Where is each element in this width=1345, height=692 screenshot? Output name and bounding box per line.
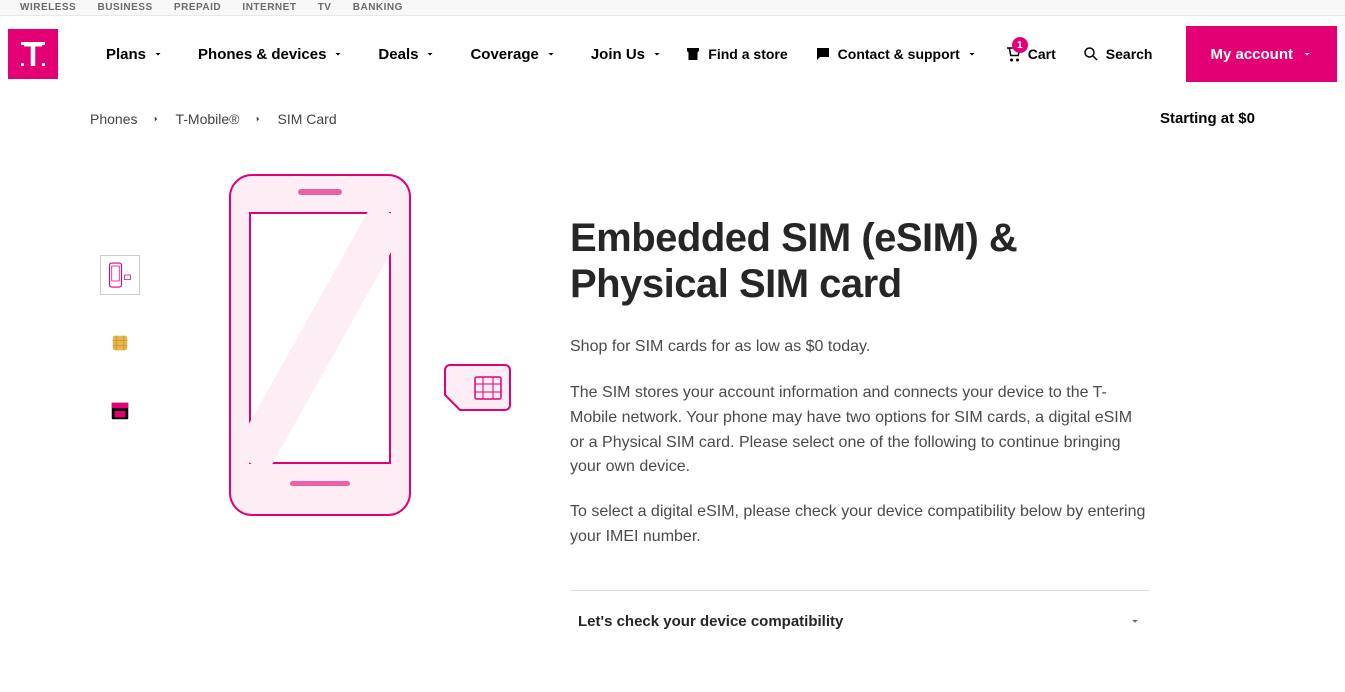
product-title: Embedded SIM (eSIM) & Physical SIM card: [570, 215, 1150, 307]
product-main-image: [170, 165, 530, 525]
thumbnail-sim-package[interactable]: [100, 391, 140, 431]
contact-support-link[interactable]: Contact & support: [814, 45, 978, 63]
top-bar-link[interactable]: BUSINESS: [98, 2, 153, 13]
main-nav: Plans Phones & devices Deals Coverage Jo…: [0, 16, 1345, 92]
product-gallery: [90, 165, 530, 652]
sub-header: Phones T-Mobile® SIM Card Starting at $0: [0, 92, 1345, 145]
accordion-title: Let's check your device compatibility: [578, 613, 843, 630]
product-description-2: To select a digital eSIM, please check y…: [570, 500, 1150, 550]
chat-icon: [814, 45, 832, 63]
store-icon: [684, 45, 702, 63]
top-bar-link[interactable]: TV: [318, 2, 332, 13]
search-link[interactable]: Search: [1082, 45, 1153, 63]
nav-phones-devices[interactable]: Phones & devices: [198, 46, 344, 63]
product-section: Embedded SIM (eSIM) & Physical SIM card …: [0, 145, 1345, 692]
breadcrumb-phones[interactable]: Phones: [90, 111, 137, 127]
chevron-down-icon: [424, 48, 436, 60]
chevron-right-icon: [253, 114, 263, 124]
find-store-link[interactable]: Find a store: [684, 45, 787, 63]
top-bar-link[interactable]: WIRELESS: [20, 2, 76, 13]
chevron-right-icon: [151, 114, 161, 124]
product-description-1: The SIM stores your account information …: [570, 381, 1150, 480]
starting-at-price: Starting at $0: [1160, 110, 1255, 127]
product-details: Embedded SIM (eSIM) & Physical SIM card …: [570, 165, 1150, 652]
cart-link[interactable]: 1 Cart: [1004, 45, 1056, 63]
top-bar-link[interactable]: PREPAID: [174, 2, 221, 13]
my-account-button[interactable]: My account: [1186, 26, 1337, 82]
breadcrumb-sim-card: SIM Card: [277, 111, 336, 127]
nav-left: Plans Phones & devices Deals Coverage Jo…: [106, 46, 663, 63]
chevron-down-icon: [332, 48, 344, 60]
thumbnail-list: [90, 165, 150, 652]
nav-coverage[interactable]: Coverage: [470, 46, 556, 63]
chevron-down-icon: [1301, 48, 1313, 60]
chevron-down-icon: [152, 48, 164, 60]
top-bar-link[interactable]: BANKING: [353, 2, 403, 13]
top-bar: WIRELESS BUSINESS PREPAID INTERNET TV BA…: [0, 0, 1345, 16]
nav-right: Find a store Contact & support 1 Cart Se…: [684, 26, 1337, 82]
chevron-down-icon: [545, 48, 557, 60]
top-bar-link[interactable]: INTERNET: [242, 2, 296, 13]
thumbnail-phone-sim[interactable]: [100, 255, 140, 295]
nav-join-us[interactable]: Join Us: [591, 46, 663, 63]
tmobile-logo[interactable]: [8, 29, 58, 79]
nav-deals[interactable]: Deals: [378, 46, 436, 63]
compatibility-accordion[interactable]: Let's check your device compatibility: [570, 590, 1150, 652]
chevron-down-icon: [966, 48, 978, 60]
chevron-down-icon: [651, 48, 663, 60]
chevron-down-icon: [1128, 614, 1142, 628]
product-subtitle: Shop for SIM cards for as low as $0 toda…: [570, 335, 1150, 359]
search-icon: [1082, 45, 1100, 63]
breadcrumb-tmobile[interactable]: T-Mobile®: [175, 111, 239, 127]
thumbnail-sim-chip[interactable]: [100, 323, 140, 363]
cart-badge: 1: [1012, 37, 1028, 53]
nav-plans[interactable]: Plans: [106, 46, 164, 63]
breadcrumb: Phones T-Mobile® SIM Card: [90, 111, 337, 127]
